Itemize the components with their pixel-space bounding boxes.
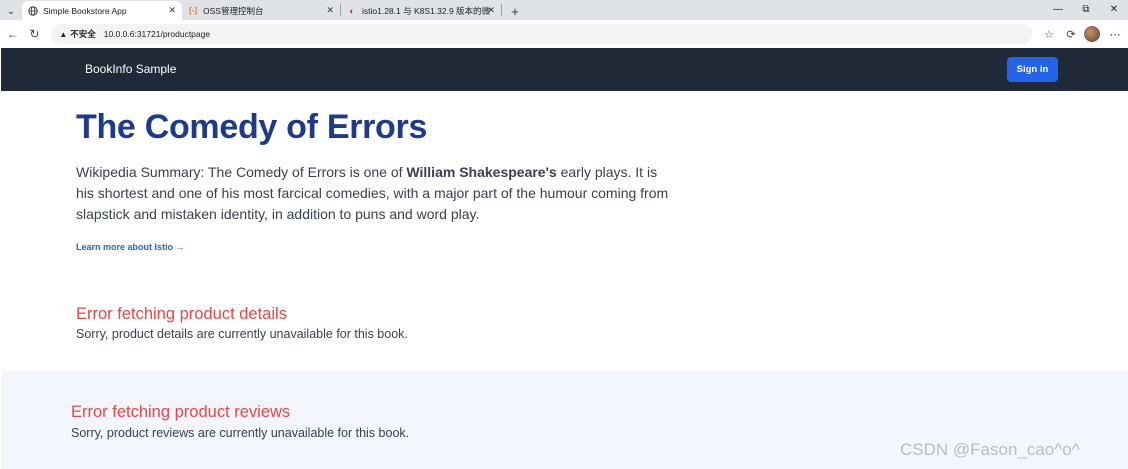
window-controls: — ⧉ ✕ [1044, 0, 1128, 20]
minimize-icon[interactable]: — [1044, 0, 1072, 18]
url-field[interactable]: ▲ 不安全 10.0.0.6:31721/productpage [51, 24, 1033, 44]
sign-in-button[interactable]: Sign in [1007, 57, 1058, 82]
close-icon[interactable]: ✕ [326, 5, 334, 16]
globe-icon [28, 5, 38, 16]
tab-title: OSS管理控制台 [203, 5, 264, 16]
warning-icon: ▲ [59, 29, 68, 39]
reviews-error-message: Sorry, product reviews are currently una… [71, 426, 410, 440]
url-text: 10.0.0.6:31721/productpage [103, 29, 211, 39]
address-bar-row: ← ↻ ▲ 不安全 10.0.0.6:31721/productpage ☆ ⟳… [0, 20, 1128, 48]
product-summary: Wikipedia Summary: The Comedy of Errors … [76, 162, 676, 225]
learn-more-link[interactable]: Learn more about Istio → [76, 242, 185, 252]
tab-oss-console[interactable]: [-] OSS管理控制台 ✕ [182, 1, 340, 20]
watermark-text: CSDN @Fason_cao^o^ [900, 440, 1080, 459]
close-window-icon[interactable]: ✕ [1100, 0, 1128, 18]
app-navbar: BookInfo Sample Sign in [1, 48, 1128, 91]
new-tab-plus-icon[interactable]: + [506, 2, 524, 20]
reviews-error-title: Error fetching product reviews [71, 403, 291, 421]
close-icon[interactable]: ✕ [487, 5, 495, 16]
brand-title[interactable]: BookInfo Sample [85, 62, 176, 76]
tab-search-chevron-icon[interactable]: ⌄ [0, 2, 22, 20]
close-icon[interactable]: ✕ [168, 5, 176, 16]
insecure-label: 不安全 [70, 29, 96, 39]
extension-icon[interactable]: ⟳ [1062, 25, 1080, 43]
summary-author: William Shakespeare's [406, 164, 557, 180]
reload-icon[interactable]: ↻ [26, 24, 44, 44]
details-error-message: Sorry, product details are currently una… [76, 327, 408, 341]
address-bar-actions: ☆ ⟳ ⋯ [1040, 25, 1128, 43]
tab-istio-article[interactable]: ◐ istio1.28.1 与 K8S1.32.9 版本的微| ✕ [341, 1, 501, 20]
tab-bookstore[interactable]: Simple Bookstore App ✕ [22, 1, 182, 20]
more-menu-icon[interactable]: ⋯ [1106, 25, 1124, 43]
page-title: The Comedy of Errors [76, 108, 428, 146]
restore-icon[interactable]: ⧉ [1072, 0, 1100, 18]
tab-title: istio1.28.1 与 K8S1.32.9 版本的微| [362, 5, 490, 16]
page-icon: ◐ [349, 5, 355, 16]
bookmark-star-icon[interactable]: ☆ [1040, 25, 1058, 43]
summary-text: Wikipedia Summary: The Comedy of Errors … [76, 164, 407, 180]
tab-title: Simple Bookstore App [43, 5, 127, 16]
browser-tab-strip: ⌄ Simple Bookstore App ✕ [-] OSS管理控制台 ✕ … [0, 0, 1128, 20]
oss-logo-icon: [-] [189, 6, 197, 15]
back-arrow-icon[interactable]: ← [4, 24, 22, 44]
details-error-title: Error fetching product details [76, 305, 287, 323]
profile-avatar[interactable] [1084, 26, 1101, 42]
tab-separator [501, 4, 502, 16]
